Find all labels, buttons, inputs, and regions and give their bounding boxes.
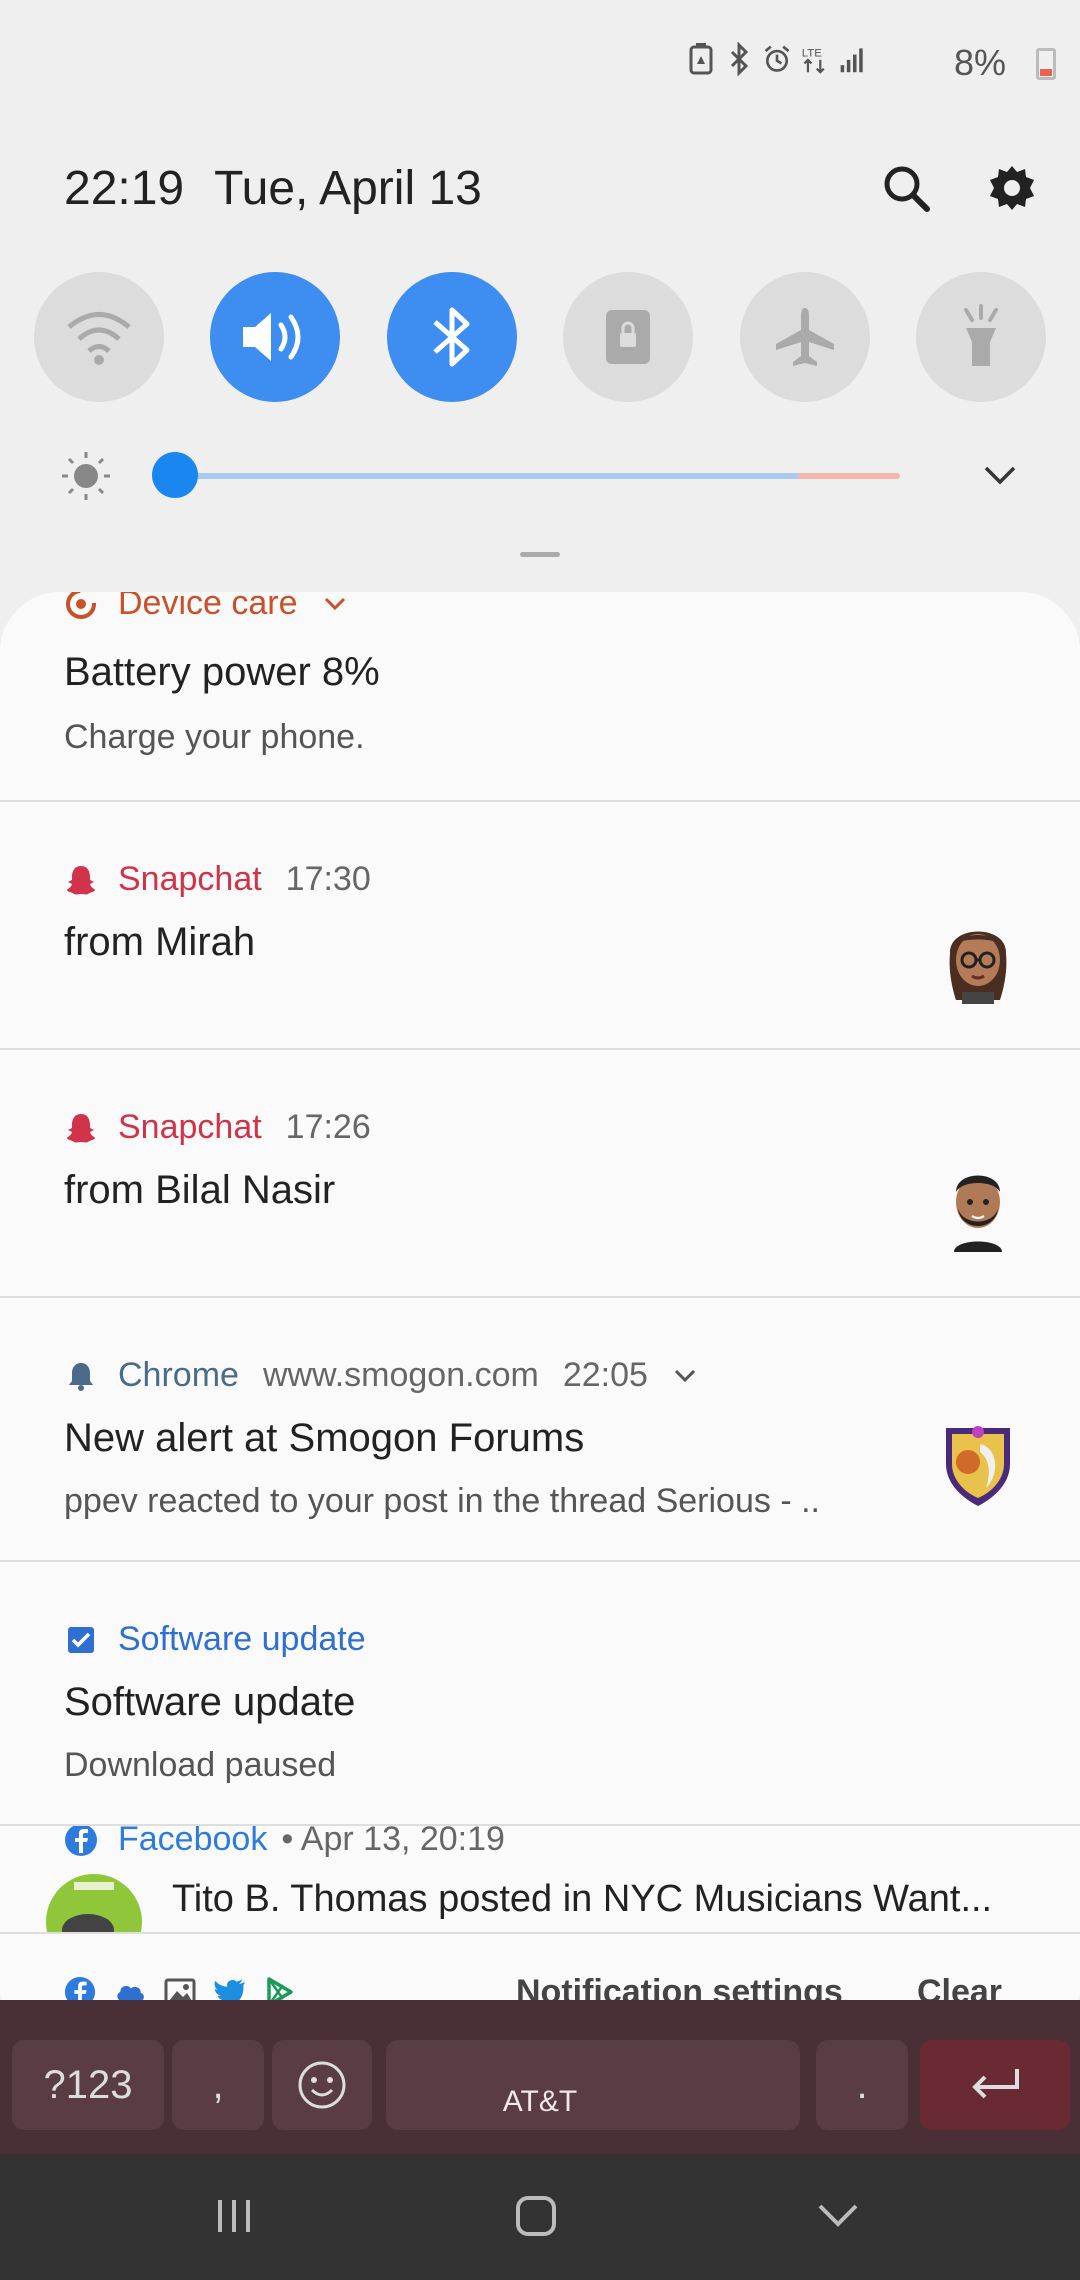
search-icon[interactable] xyxy=(878,160,934,216)
home-button[interactable] xyxy=(506,2186,566,2246)
notification-site: www.smogon.com xyxy=(262,1356,539,1394)
home-icon xyxy=(516,2196,556,2236)
notification-software-update[interactable]: Software update Software update Download… xyxy=(0,1562,1080,1826)
clock[interactable]: 22:19 xyxy=(64,161,184,216)
smogon-forum-crest-icon xyxy=(946,1426,1010,1506)
checkbox-icon xyxy=(64,1623,98,1657)
signal-icon xyxy=(840,48,863,73)
notification-snapchat[interactable]: Snapchat 17:30 from Mirah xyxy=(0,802,1080,1050)
wifi-toggle[interactable] xyxy=(34,272,164,402)
bluetooth-toggle[interactable] xyxy=(386,272,517,402)
brightness-slider-track[interactable] xyxy=(172,473,900,479)
notification-panel: Device care Battery power 8% Charge your… xyxy=(0,592,1080,2050)
group-thumbnail xyxy=(46,1874,142,1932)
bitmoji-avatar-bilal xyxy=(954,1175,1002,1252)
app-name: Software update xyxy=(118,1620,366,1658)
app-name: Snapchat xyxy=(118,860,262,898)
notification-title: from Bilal Nasir xyxy=(64,1168,336,1212)
svg-text:LTE: LTE xyxy=(802,47,823,59)
battery-icon xyxy=(1036,48,1056,80)
lte-icon: LTE xyxy=(802,47,825,74)
recents-icon xyxy=(218,2200,250,2232)
airplane-icon xyxy=(775,308,834,366)
brightness-sun-icon xyxy=(62,452,110,500)
chevron-down-icon xyxy=(818,2204,858,2227)
app-name: Chrome xyxy=(118,1356,239,1394)
notification-time: 17:30 xyxy=(285,860,371,898)
chevron-down-icon[interactable] xyxy=(982,460,1018,495)
device-care-icon xyxy=(64,592,98,621)
bell-icon xyxy=(64,1359,98,1393)
bluetooth-status-icon xyxy=(730,42,749,76)
brightness-slider-thumb[interactable] xyxy=(152,452,198,498)
app-name: Snapchat xyxy=(118,1108,262,1146)
notification-time: 17:26 xyxy=(285,1108,371,1146)
airplane-toggle[interactable] xyxy=(739,272,870,402)
notification-title: Software update xyxy=(64,1680,356,1724)
notification-title: New alert at Smogon Forums xyxy=(64,1416,585,1460)
panel-drag-handle[interactable] xyxy=(520,552,560,557)
app-name: Facebook xyxy=(118,1826,268,1858)
bluetooth-icon xyxy=(433,307,470,367)
sound-toggle[interactable] xyxy=(210,272,341,402)
notification-device-care[interactable]: Device care Battery power 8% Charge your… xyxy=(0,592,1080,802)
navigation-bar xyxy=(0,2154,1080,2280)
snapchat-ghost-icon xyxy=(64,1111,98,1145)
quick-toggles xyxy=(34,272,1046,402)
flashlight-icon xyxy=(963,304,998,366)
battery-percent: 8% xyxy=(953,42,1006,83)
notification-facebook[interactable]: Facebook • Apr 13, 20:19 Tito B. Thomas … xyxy=(0,1826,1080,1932)
notification-snapchat[interactable]: Snapchat 17:26 from Bilal Nasir xyxy=(0,1050,1080,1298)
carrier-label: AT&T xyxy=(502,2085,578,2118)
snapchat-ghost-icon xyxy=(64,863,98,897)
notification-title: Tito B. Thomas posted in NYC Musicians W… xyxy=(172,1878,993,1920)
recents-button[interactable] xyxy=(204,2186,264,2246)
battery-saver-icon xyxy=(689,43,713,75)
notification-chrome[interactable]: Chrome www.smogon.com 22:05 New alert at… xyxy=(0,1298,1080,1562)
notification-body: ppev reacted to your post in the thread … xyxy=(64,1482,820,1520)
keyboard-background: ?123 , . xyxy=(0,2000,1080,2154)
facebook-icon xyxy=(64,1826,98,1857)
chevron-down-icon[interactable] xyxy=(672,1356,698,1395)
notification-time: 22:05 xyxy=(562,1356,648,1394)
notification-title: from Mirah xyxy=(64,920,256,964)
rotation-lock-icon xyxy=(606,310,651,364)
volume-icon xyxy=(243,313,301,361)
alarm-icon xyxy=(764,45,790,72)
quick-panel-header: 22:19 Tue, April 13 xyxy=(64,158,1040,218)
notification-body: Download paused xyxy=(64,1746,337,1784)
app-name: Device care xyxy=(118,592,298,622)
screen-lock-toggle[interactable] xyxy=(563,272,694,402)
notification-title: Battery power 8% xyxy=(64,650,380,694)
notification-body: Charge your phone. xyxy=(64,718,365,756)
brightness-control xyxy=(60,440,1020,510)
status-bar: LTE 8% xyxy=(686,42,1056,83)
wifi-icon xyxy=(67,312,131,365)
notification-time: • Apr 13, 20:19 xyxy=(281,1826,505,1858)
hide-keyboard-button[interactable] xyxy=(808,2186,868,2246)
flashlight-toggle[interactable] xyxy=(915,272,1046,402)
chevron-down-icon[interactable] xyxy=(322,592,348,623)
settings-gear-icon[interactable] xyxy=(984,160,1040,216)
bitmoji-avatar-mirah xyxy=(949,931,1007,1004)
date[interactable]: Tue, April 13 xyxy=(214,161,482,216)
